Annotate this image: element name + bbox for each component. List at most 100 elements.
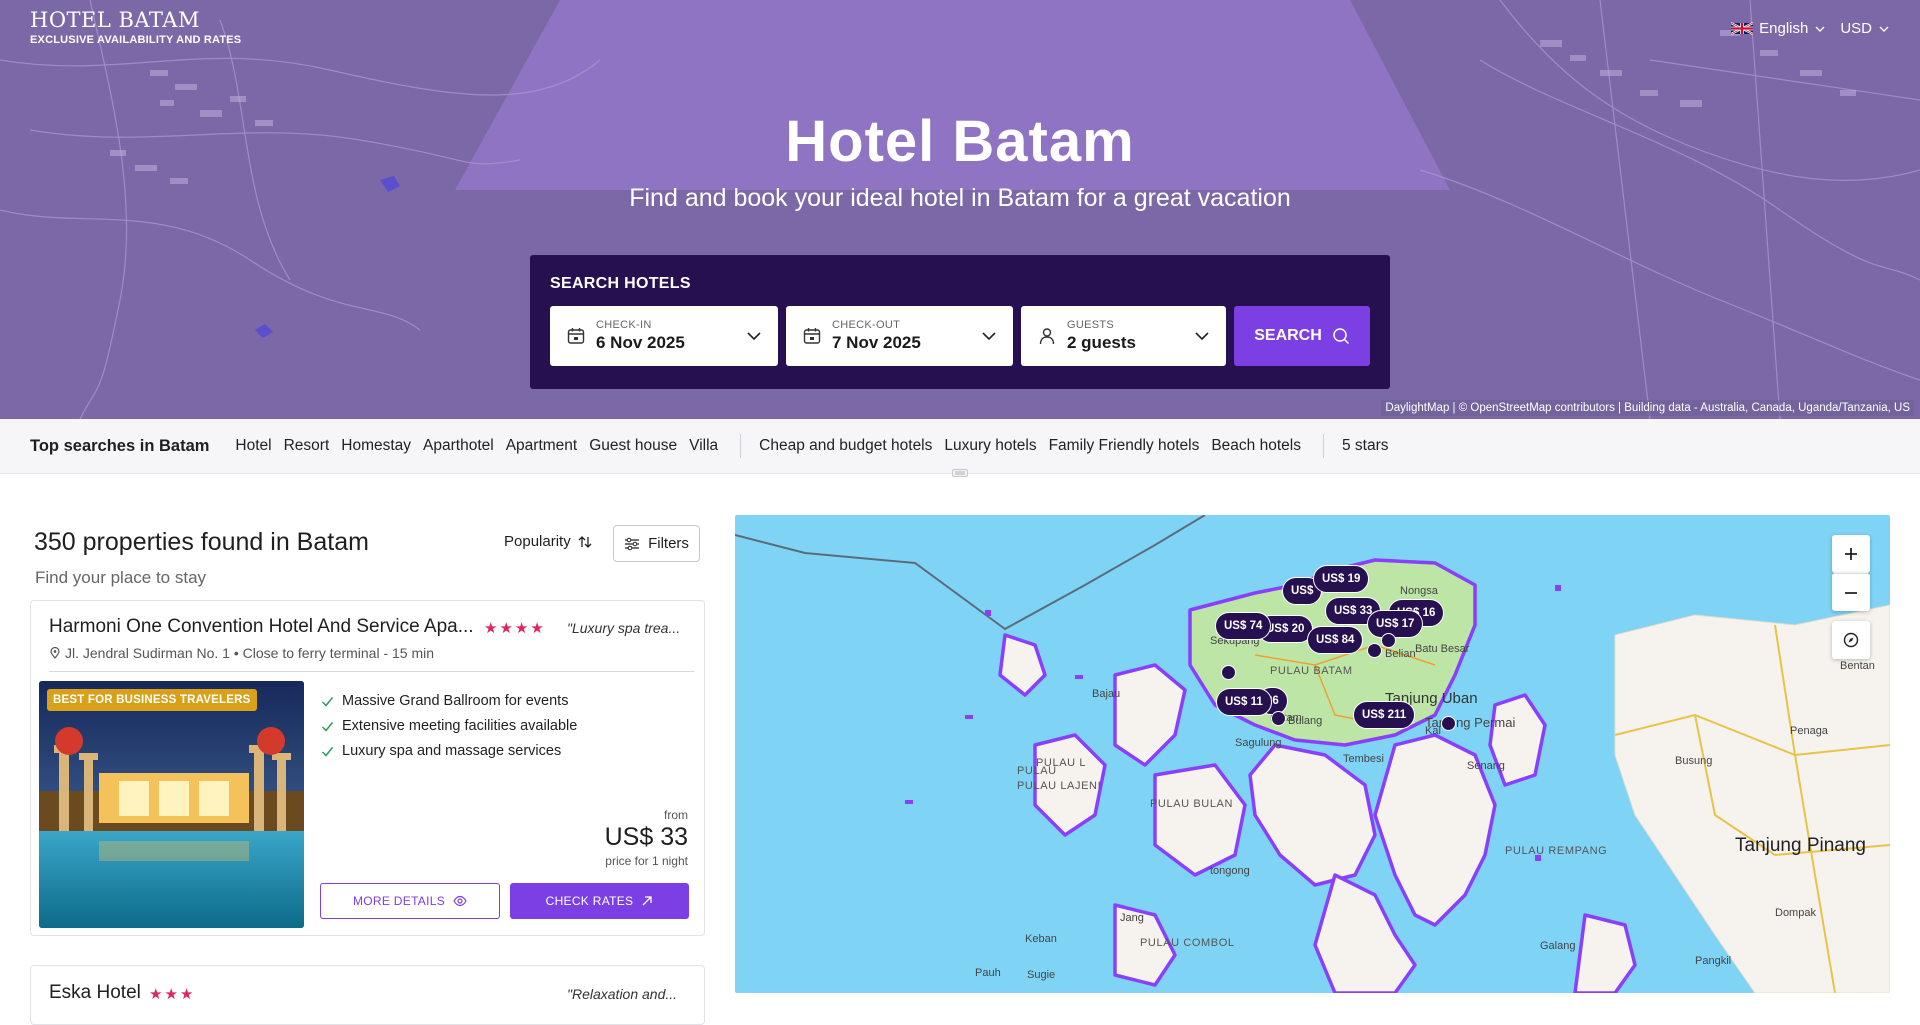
map-place-label: PULAU COMBOL	[1140, 937, 1235, 949]
brand-tagline: EXCLUSIVE AVAILABILITY AND RATES	[30, 34, 242, 46]
map-price-pin[interactable]: US$ 211	[1353, 701, 1416, 729]
map-place-label: Keban	[1025, 933, 1057, 945]
map-place-label: PULAU BULAN	[1150, 798, 1234, 810]
map-place-label: Bajau	[1092, 688, 1121, 700]
map-place-label: Pangkil	[1695, 955, 1732, 967]
more-details-button[interactable]: MORE DETAILS	[320, 883, 500, 919]
search-title: SEARCH HOTELS	[550, 275, 691, 292]
map-place-label: PULAU L	[1036, 757, 1087, 769]
hotel-photo[interactable]: BEST FOR BUSINESS TRAVELERS	[39, 681, 304, 928]
map-price-pin[interactable]: US$ 19	[1313, 565, 1370, 593]
chevron-down-icon	[1815, 26, 1825, 32]
language-label: English	[1759, 20, 1809, 37]
top-search-link[interactable]: Homestay	[341, 437, 411, 455]
user-icon	[1039, 328, 1055, 345]
uk-flag-icon	[1731, 22, 1754, 35]
map-place-label: Batu Besar	[1415, 643, 1470, 655]
results-map[interactable]: Tanjung Uban Tanjung Permai Bentan Penag…	[735, 515, 1890, 993]
top-search-link[interactable]: Cheap and budget hotels	[759, 437, 932, 455]
checkout-label: CHECK-OUT	[832, 319, 901, 331]
map-place-label: Jang	[1120, 912, 1144, 924]
map-place-label: Tanjung Pinang	[1735, 835, 1866, 856]
top-search-link[interactable]: Guest house	[589, 437, 677, 455]
sort-icon	[578, 535, 592, 548]
map-price-pin[interactable]: US$ 74	[1215, 612, 1272, 640]
top-search-link[interactable]: Apartment	[506, 437, 578, 455]
price-note: price for 1 night	[605, 854, 688, 868]
top-search-link[interactable]: Resort	[284, 437, 330, 455]
guests-field[interactable]: GUESTS 2 guests	[1021, 306, 1226, 366]
search-button-label: SEARCH	[1254, 327, 1322, 344]
zoom-out-button[interactable]	[1832, 573, 1870, 611]
map-place-label: PULAU LAJENI	[1017, 780, 1102, 792]
checkin-label: CHECK-IN	[596, 319, 652, 331]
check-icon	[321, 721, 334, 732]
hotel-card[interactable]: Eska Hotel ★★★ "Relaxation and...	[30, 965, 705, 1025]
chevron-down-icon	[1879, 26, 1889, 32]
top-search-link[interactable]: Aparthotel	[423, 437, 494, 455]
checkout-field[interactable]: CHECK-OUT 7 Nov 2025	[786, 306, 1013, 366]
top-searches-heading: Top searches in Batam	[30, 436, 210, 455]
map-price-pin[interactable]: US$ 84	[1307, 626, 1364, 654]
map-place-label: Busung	[1675, 755, 1713, 767]
top-searches-bar: Top searches in Batam Hotel Resort Homes…	[0, 419, 1920, 474]
calendar-icon	[567, 328, 585, 344]
brand[interactable]: HOTEL BATAM EXCLUSIVE AVAILABILITY AND R…	[30, 8, 241, 46]
top-search-link[interactable]: Hotel	[235, 437, 271, 455]
hotel-quote: "Relaxation and...	[567, 986, 678, 1002]
hotel-name[interactable]: Eska Hotel	[49, 982, 141, 1004]
search-button[interactable]: SEARCH	[1234, 306, 1370, 366]
map-place-label: PULAU REMPANG	[1505, 845, 1608, 857]
sort-label: Popularity	[504, 533, 571, 550]
guests-label: GUESTS	[1067, 319, 1115, 331]
more-details-label: MORE DETAILS	[352, 894, 446, 908]
arrow-up-right-icon	[642, 896, 653, 906]
check-rates-button[interactable]: CHECK RATES	[510, 883, 689, 919]
search-panel: SEARCH HOTELS CHECK-IN 6 Nov 2025 CHECK-…	[530, 255, 1390, 389]
map-place-label: Sugie	[1027, 969, 1056, 981]
sort-dropdown[interactable]: Popularity	[504, 533, 593, 550]
map-place-label: Sagulung	[1235, 737, 1282, 749]
map-place-label: Nongsa	[1400, 585, 1438, 597]
checkin-value: 6 Nov 2025	[596, 333, 685, 352]
zoom-in-button[interactable]	[1832, 535, 1870, 573]
compass-icon	[1843, 632, 1859, 648]
map-place-label: PULAU BATAM	[1270, 665, 1353, 677]
hotel-quote: "Luxury spa trea...	[567, 620, 681, 636]
top-search-link[interactable]: 5 stars	[1342, 437, 1389, 455]
map-place-label: Senang	[1467, 760, 1505, 772]
top-search-link[interactable]: Beach hotels	[1211, 437, 1301, 455]
divider	[49, 671, 694, 672]
map-place-label: Belian	[1385, 648, 1416, 660]
checkout-value: 7 Nov 2025	[832, 333, 921, 352]
resize-handle-icon[interactable]	[952, 469, 968, 477]
hotel-features: Massive Grand Ballroom for events Extens…	[321, 693, 577, 768]
map-price-pin[interactable]: US$ 11	[1216, 688, 1272, 716]
map-hotel-dot[interactable]	[1271, 711, 1286, 726]
currency-selector[interactable]: USD	[1840, 20, 1890, 37]
map-price-pin[interactable]: US$ 17	[1367, 610, 1424, 638]
map-attribution[interactable]: DaylightMap | © OpenStreetMap contributo…	[1381, 400, 1914, 416]
hotel-badge: BEST FOR BUSINESS TRAVELERS	[47, 689, 257, 711]
checkin-field[interactable]: CHECK-IN 6 Nov 2025	[550, 306, 778, 366]
language-selector[interactable]: English	[1731, 20, 1826, 37]
hero-subtitle: Find and book your ideal hotel in Batam …	[629, 184, 1291, 212]
map-hotel-dot[interactable]	[1367, 643, 1382, 658]
hotel-name[interactable]: Harmoni One Convention Hotel And Service…	[49, 616, 479, 638]
filters-button[interactable]: Filters	[613, 525, 700, 562]
map-place-label: Galang	[1540, 940, 1576, 952]
map-place-label: Bulang	[1288, 715, 1323, 727]
map-hotel-dot[interactable]	[1441, 716, 1456, 731]
top-search-link[interactable]: Villa	[689, 437, 718, 455]
map-hotel-dot[interactable]	[1221, 665, 1236, 680]
map-hotel-dot[interactable]	[1381, 633, 1396, 648]
compass-button[interactable]	[1832, 621, 1870, 659]
top-search-link[interactable]: Luxury hotels	[944, 437, 1036, 455]
hotel-address: Jl. Jendral Sudirman No. 1 • Close to fe…	[49, 645, 434, 661]
minus-icon	[1845, 591, 1857, 594]
eye-icon	[453, 895, 467, 907]
top-search-link[interactable]: Family Friendly hotels	[1049, 437, 1200, 455]
chevron-down-icon	[747, 332, 761, 341]
hotel-card[interactable]: Harmoni One Convention Hotel And Service…	[30, 600, 705, 936]
brand-name: HOTEL BATAM	[30, 8, 200, 32]
